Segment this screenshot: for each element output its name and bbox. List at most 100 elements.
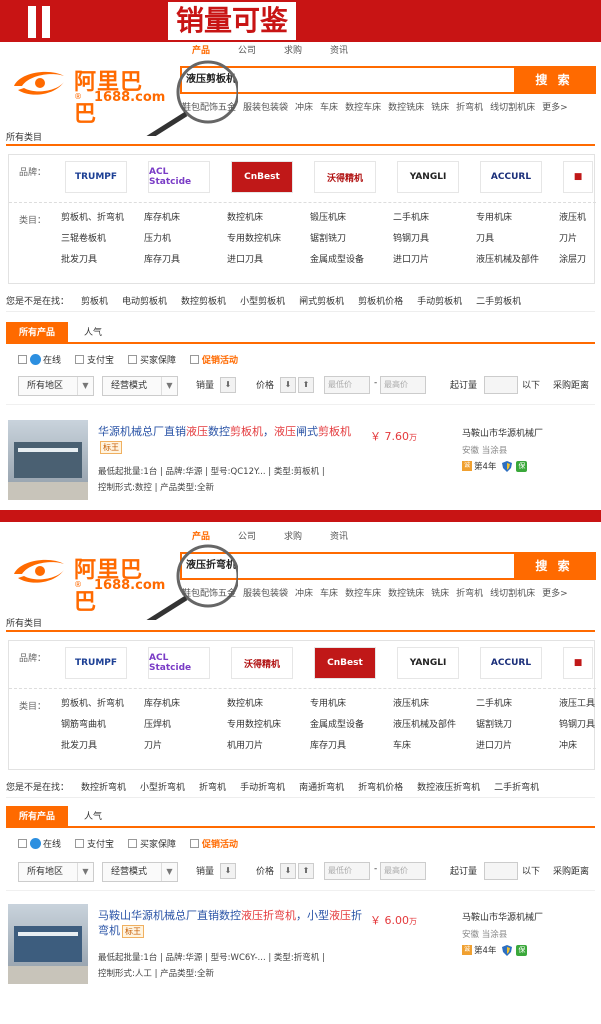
category-item[interactable]: 进口刀片 (393, 253, 476, 267)
brand-logo-trumpf[interactable]: TRUMPF (65, 647, 127, 679)
category-item[interactable]: 数控机床 (227, 211, 310, 225)
checkbox[interactable] (75, 838, 85, 848)
moq-input[interactable] (484, 862, 518, 880)
company-name[interactable]: 马鞍山市华源机械厂 (462, 426, 543, 439)
category-item[interactable]: 刀片 (559, 232, 601, 246)
suggestion-item[interactable]: 数控折弯机 (81, 783, 126, 793)
suggestion-item[interactable]: 剪板机 (81, 297, 108, 307)
suggestion-item[interactable]: 电动剪板机 (122, 297, 167, 307)
category-item[interactable]: 液压工具 (559, 697, 601, 711)
category-item[interactable]: 批发刀具 (61, 739, 144, 753)
search-tab-news[interactable]: 资讯 (316, 42, 362, 60)
category-item[interactable]: 钨钢刀具 (559, 718, 601, 732)
mode-dropdown[interactable]: 经营模式 ▼ (102, 376, 178, 396)
sort-down-icon[interactable]: ⬇ (280, 863, 296, 879)
category-item[interactable]: 剪板机、折弯机 (61, 211, 144, 225)
category-item[interactable]: 库存刀具 (144, 253, 227, 267)
category-item[interactable]: 二手机床 (393, 211, 476, 225)
hot-word[interactable]: 数控车床 (345, 103, 381, 113)
region-dropdown[interactable]: 所有地区 ▼ (18, 376, 94, 396)
category-item[interactable]: 压力机 (144, 232, 227, 246)
suggestion-item[interactable]: 手动剪板机 (417, 297, 462, 307)
moq-input[interactable] (484, 376, 518, 394)
hot-word[interactable]: 车床 (320, 103, 338, 113)
check-online[interactable]: 在线 (18, 353, 61, 366)
check-buyer-protection[interactable]: 买家保障 (128, 837, 176, 850)
brand-logo-acl[interactable]: ACL Statcide (148, 647, 210, 679)
category-item[interactable]: 液压机 (559, 211, 601, 225)
price-min-input[interactable]: 最低价 (324, 376, 370, 394)
suggestion-item[interactable]: 数控剪板机 (181, 297, 226, 307)
check-alipay[interactable]: 支付宝 (75, 353, 114, 366)
checkbox[interactable] (18, 354, 27, 364)
check-promo[interactable]: 促销活动 (190, 353, 238, 366)
hot-word[interactable]: 折弯机 (456, 103, 483, 113)
checkbox[interactable] (75, 354, 85, 364)
price-max-input[interactable]: 最高价 (380, 862, 426, 880)
tab-all-products[interactable]: 所有产品 (6, 806, 68, 828)
brand-logo-yangli[interactable]: YANGLI (397, 161, 459, 193)
sort-down-icon[interactable]: ⬇ (280, 377, 296, 393)
checkbox[interactable] (18, 838, 27, 848)
hot-word-more[interactable]: 更多> (542, 103, 568, 113)
category-item[interactable]: 涂层刀 (559, 253, 601, 267)
category-item[interactable]: 批发刀具 (61, 253, 144, 267)
check-promo[interactable]: 促销活动 (190, 837, 238, 850)
sort-up-icon[interactable]: ⬆ (298, 863, 314, 879)
suggestion-item[interactable]: 折弯机 (199, 783, 226, 793)
suggestion-item[interactable]: 小型折弯机 (140, 783, 185, 793)
category-item[interactable]: 液压机械及部件 (393, 718, 476, 732)
brand-logo-partial[interactable]: ■ (563, 161, 593, 193)
hot-word-more[interactable]: 更多> (542, 589, 568, 599)
suggestion-item[interactable]: 手动折弯机 (240, 783, 285, 793)
hot-word[interactable]: 数控铣床 (388, 103, 424, 113)
category-item[interactable]: 进口刀具 (227, 253, 310, 267)
hot-word[interactable]: 铣床 (431, 103, 449, 113)
check-buyer-protection[interactable]: 买家保障 (128, 353, 176, 366)
price-min-input[interactable]: 最低价 (324, 862, 370, 880)
category-item[interactable]: 专用数控机床 (227, 718, 310, 732)
company-name[interactable]: 马鞍山市华源机械厂 (462, 910, 543, 923)
category-item[interactable]: 数控机床 (227, 697, 310, 711)
brand-logo-partial[interactable]: ■ (563, 647, 593, 679)
category-item[interactable]: 库存机床 (144, 211, 227, 225)
category-item[interactable]: 库存机床 (144, 697, 227, 711)
checkbox[interactable] (190, 354, 200, 364)
hot-word[interactable]: 线切割机床 (490, 103, 535, 113)
hot-word[interactable]: 数控车床 (345, 589, 381, 599)
brand-logo-accurl[interactable]: ACCURL (480, 161, 542, 193)
search-button[interactable]: 搜 索 (514, 554, 594, 578)
category-item[interactable]: 三辊卷板机 (61, 232, 144, 246)
brand-logo-trumpf[interactable]: TRUMPF (65, 161, 127, 193)
checkbox[interactable] (128, 838, 138, 848)
category-item[interactable]: 液压机床 (393, 697, 476, 711)
suggestion-item[interactable]: 二手折弯机 (494, 783, 539, 793)
search-tab-buy[interactable]: 求购 (270, 42, 316, 60)
category-item[interactable]: 专用机床 (476, 211, 559, 225)
category-item[interactable]: 锯割铣刀 (310, 232, 393, 246)
hot-word[interactable]: 服装包装袋 (243, 103, 288, 113)
search-tab-buy[interactable]: 求购 (270, 528, 316, 546)
product-title[interactable]: 马鞍山华源机械总厂直销数控液压折弯机，小型液压折弯机 标王 (98, 908, 362, 938)
suggestion-item[interactable]: 数控液压折弯机 (417, 783, 480, 793)
tab-popularity[interactable]: 人气 (78, 322, 108, 344)
hot-word[interactable]: 鞋包配饰五金 (182, 589, 236, 599)
category-item[interactable]: 金属成型设备 (310, 253, 393, 267)
category-item[interactable]: 锻压机床 (310, 211, 393, 225)
tab-popularity[interactable]: 人气 (78, 806, 108, 828)
category-item[interactable]: 液压机械及部件 (476, 253, 559, 267)
distance-label[interactable]: 采购距离 (553, 378, 589, 391)
product-title[interactable]: 华源机械总厂直销液压数控剪板机，液压闸式剪板机 标王 (98, 424, 362, 454)
hot-word[interactable]: 鞋包配饰五金 (182, 103, 236, 113)
brand-logo-wode[interactable]: 沃得精机 (314, 161, 376, 193)
region-dropdown[interactable]: 所有地区 ▼ (18, 862, 94, 882)
category-item[interactable]: 专用机床 (310, 697, 393, 711)
suggestion-item[interactable]: 剪板机价格 (358, 297, 403, 307)
category-item[interactable]: 钢筋弯曲机 (61, 718, 144, 732)
brand-logo-cnbest[interactable]: CnBest (231, 161, 293, 193)
brand-logo-cnbest[interactable]: CnBest (314, 647, 376, 679)
tab-all-products[interactable]: 所有产品 (6, 322, 68, 344)
suggestion-item[interactable]: 小型剪板机 (240, 297, 285, 307)
brand-logo-wode[interactable]: 沃得精机 (231, 647, 293, 679)
hot-word[interactable]: 铣床 (431, 589, 449, 599)
